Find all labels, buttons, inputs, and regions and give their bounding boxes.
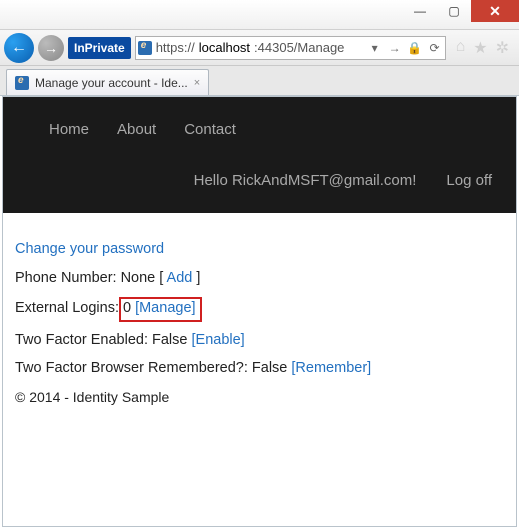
tab-close-icon[interactable]: ×	[194, 77, 200, 89]
url-dropdown-icon[interactable]: ▾	[367, 41, 383, 55]
site-favicon-icon	[138, 41, 152, 55]
home-icon[interactable]: ⌂	[456, 38, 466, 58]
url-scheme: https://	[156, 40, 195, 55]
two-factor-label: Two Factor Enabled: False	[15, 332, 192, 348]
nav-link-about[interactable]: About	[117, 121, 156, 138]
chrome-icon-group: ⌂ ★ ✲	[450, 38, 515, 58]
back-button[interactable]: ←	[4, 33, 34, 63]
manage-external-logins-link[interactable]: [Manage]	[135, 300, 195, 316]
nav-link-home[interactable]: Home	[49, 121, 89, 138]
change-password-link[interactable]: Change your password	[15, 241, 164, 257]
nav-link-account[interactable]: Hello RickAndMSFT@gmail.com!	[194, 172, 417, 189]
footer-text: © 2014 - Identity Sample	[15, 388, 506, 407]
browser-nav-bar: ← → InPrivate https:// localhost :44305/Ma…	[0, 30, 519, 66]
add-phone-link[interactable]: Add	[167, 270, 193, 286]
go-arrow-icon[interactable]: →	[387, 41, 403, 55]
tab-favicon-icon	[15, 76, 29, 90]
settings-gear-icon[interactable]: ✲	[496, 38, 509, 58]
phone-number-label: Phone Number: None [	[15, 270, 167, 286]
window-maximize-button[interactable]: ▢	[437, 0, 471, 22]
external-logins-highlight: 0 [Manage]	[119, 297, 202, 322]
site-navbar: Home About Contact Hello RickAndMSFT@gma…	[3, 97, 516, 213]
external-logins-count: 0	[123, 300, 135, 316]
address-bar[interactable]: https:// localhost :44305/Manage ▾ → 🔒 ⟳	[135, 36, 446, 60]
forward-button[interactable]: →	[38, 35, 64, 61]
url-path: :44305/Manage	[254, 40, 344, 55]
favorites-icon[interactable]: ★	[473, 38, 487, 58]
enable-two-factor-link[interactable]: [Enable]	[192, 332, 245, 348]
phone-close-bracket: ]	[192, 270, 200, 286]
url-host: localhost	[199, 40, 250, 55]
tab-title: Manage your account - Ide...	[35, 76, 188, 90]
page-viewport: Home About Contact Hello RickAndMSFT@gma…	[2, 96, 517, 527]
browser-tab[interactable]: Manage your account - Ide... ×	[6, 69, 209, 95]
external-logins-label: External Logins:	[15, 300, 119, 316]
window-title-bar: — ▢ ✕	[0, 0, 519, 30]
lock-icon: 🔒	[407, 41, 423, 55]
account-content: Change your password Phone Number: None …	[3, 213, 516, 426]
inprivate-badge: InPrivate	[68, 37, 131, 59]
nav-link-contact[interactable]: Contact	[184, 121, 236, 138]
tab-strip: Manage your account - Ide... ×	[0, 66, 519, 96]
remember-browser-link[interactable]: [Remember]	[291, 360, 371, 376]
window-minimize-button[interactable]: —	[403, 0, 437, 22]
two-factor-browser-label: Two Factor Browser Remembered?: False	[15, 360, 291, 376]
window-close-button[interactable]: ✕	[471, 0, 519, 22]
nav-link-logoff[interactable]: Log off	[446, 172, 492, 189]
refresh-icon[interactable]: ⟳	[427, 41, 443, 55]
